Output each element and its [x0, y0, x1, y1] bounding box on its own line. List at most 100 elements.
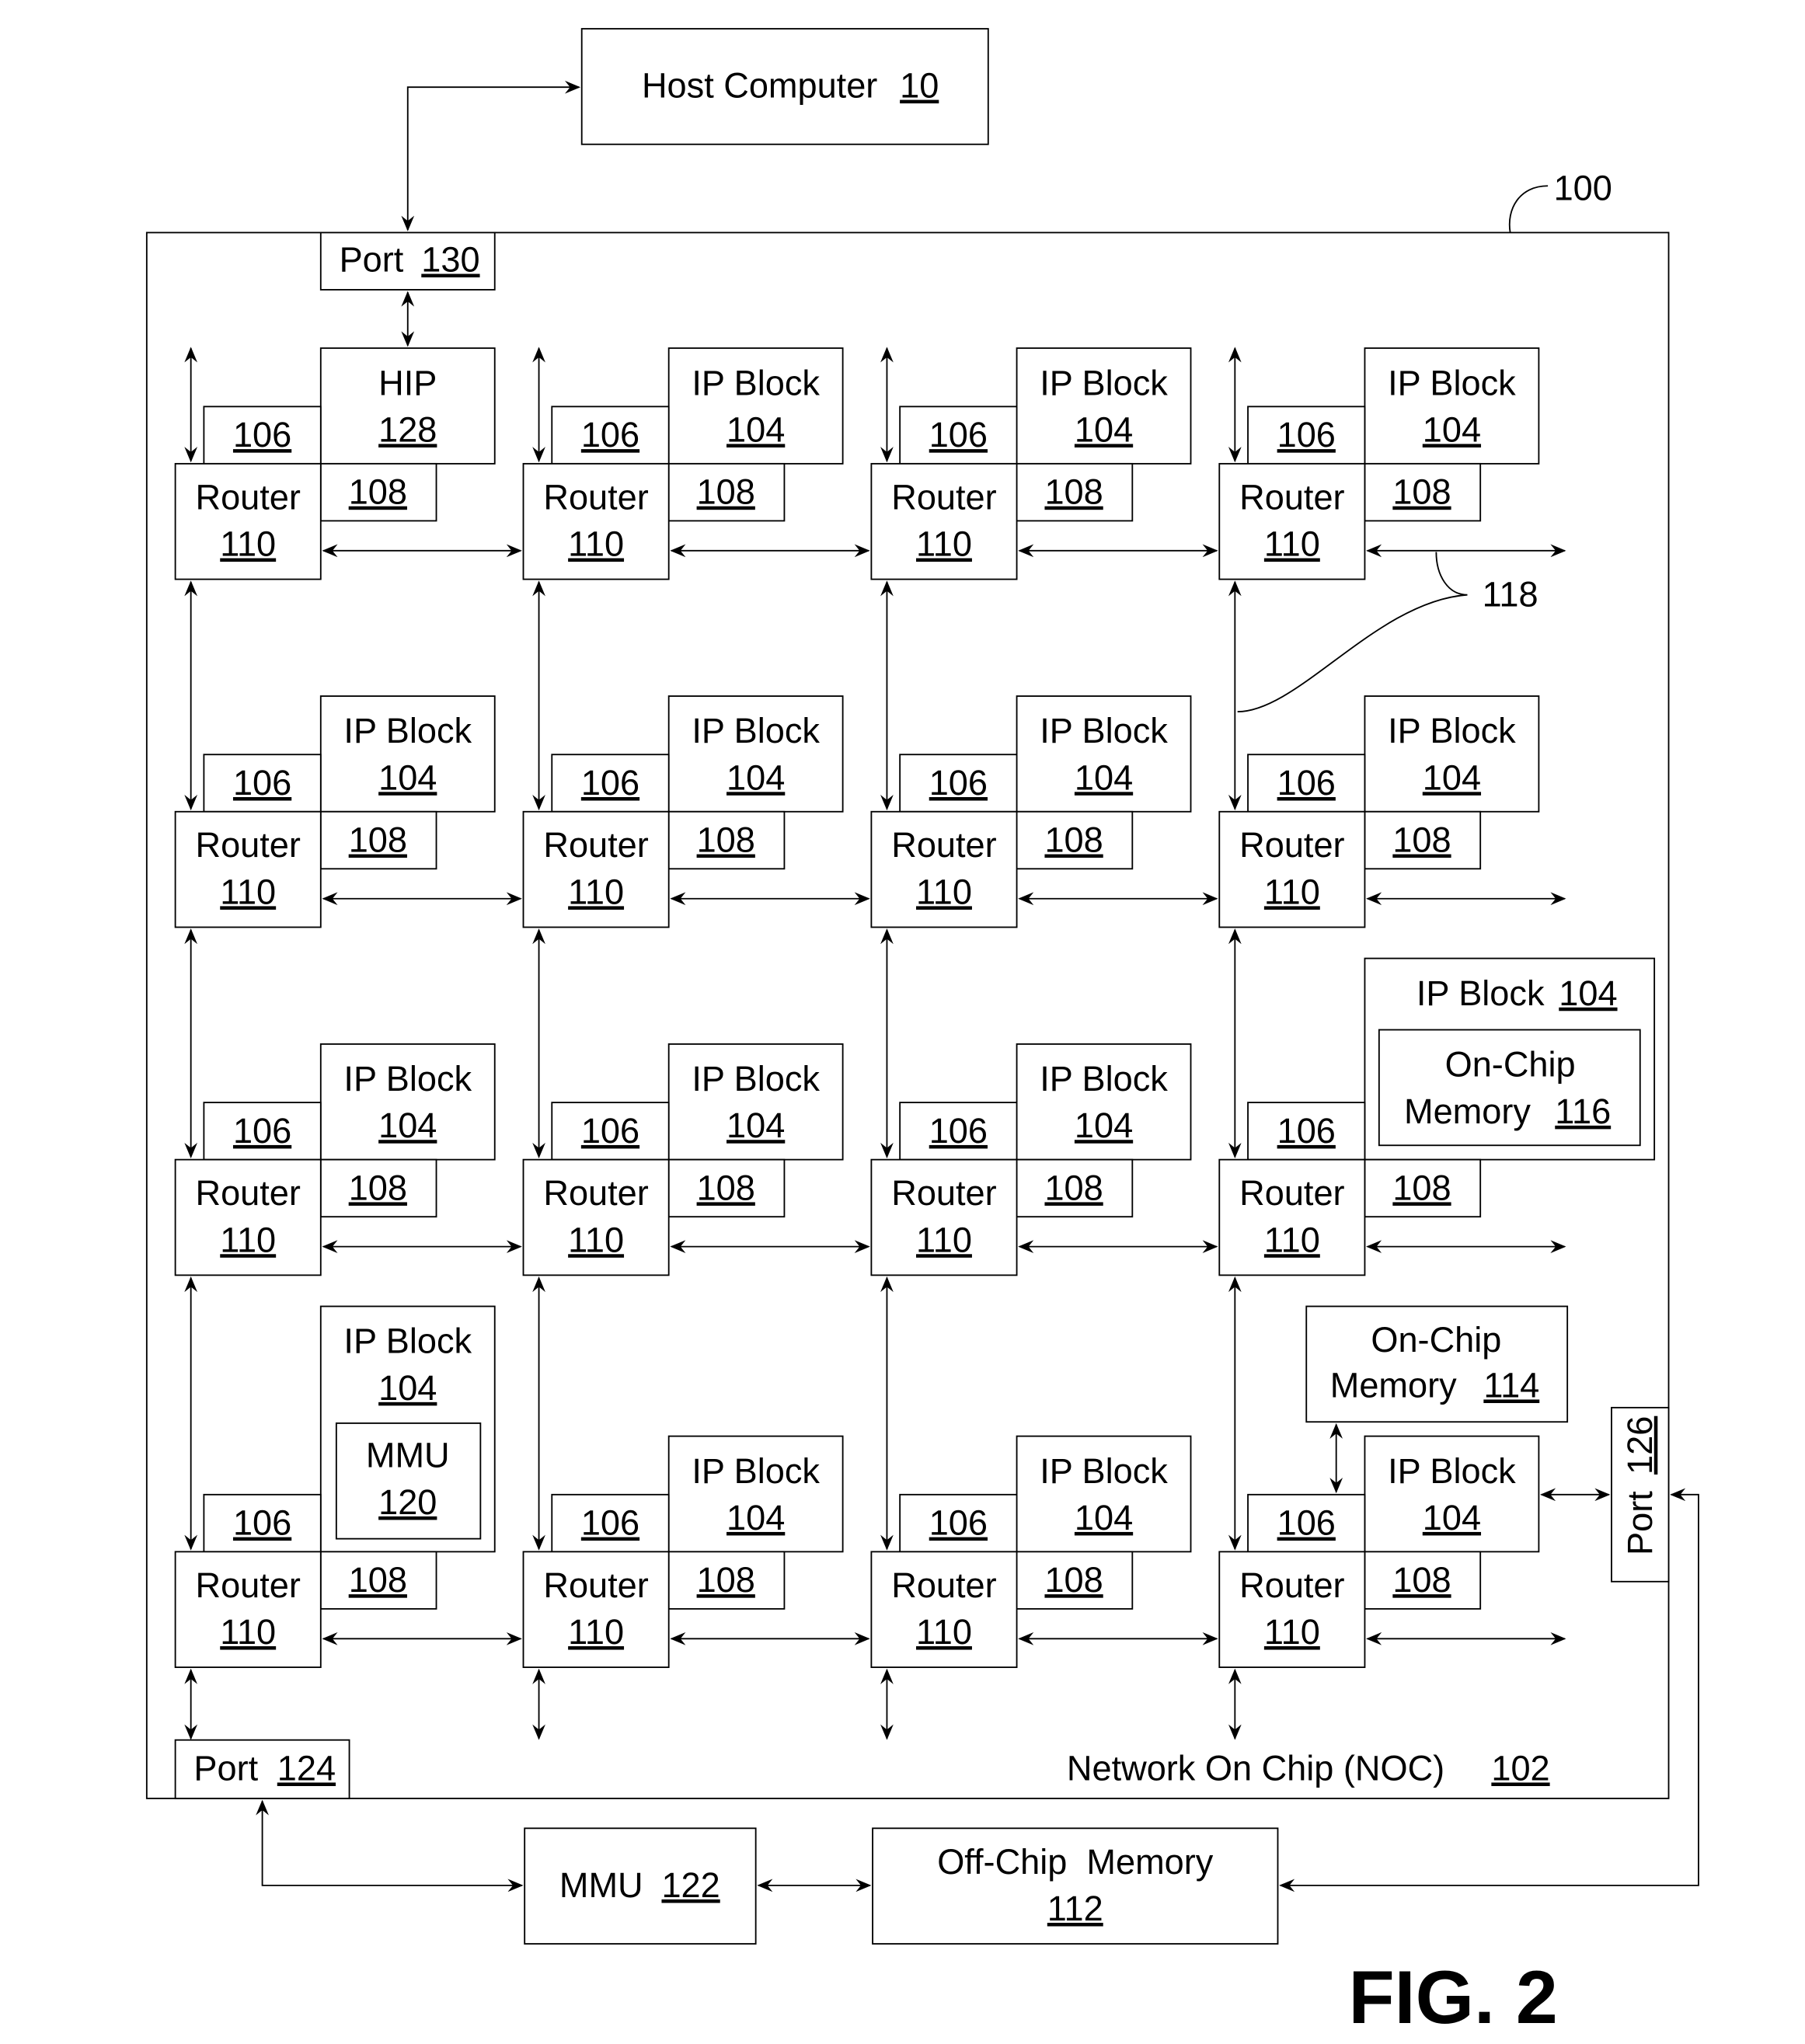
mmu-122-ref: 122 — [661, 1865, 720, 1905]
system-ref-leader — [1508, 185, 1549, 233]
port-126-label: Port — [1620, 1491, 1660, 1555]
ni-ref: 106 — [233, 1503, 291, 1543]
ni-ref: 106 — [929, 763, 988, 803]
mc-ref: 108 — [1044, 1560, 1103, 1600]
router-ref: 110 — [220, 872, 276, 911]
ni-ref: 106 — [233, 763, 291, 803]
router-label: Router — [891, 1173, 996, 1213]
mmu-120-ref: 120 — [378, 1482, 437, 1522]
router-ref: 110 — [1264, 872, 1320, 911]
mc-ref: 108 — [697, 820, 755, 860]
mc-ref: 108 — [1044, 820, 1103, 860]
router-label: Router — [1239, 1173, 1344, 1213]
ip-block-label: IP Block — [1040, 1059, 1168, 1099]
router-ref: 110 — [1264, 1220, 1320, 1259]
mmu-122-label: MMU — [559, 1865, 643, 1905]
router-label: Router — [196, 1565, 301, 1605]
router-ref: 110 — [916, 1220, 972, 1259]
mc-ref: 108 — [1392, 472, 1451, 512]
ip-block-label: IP Block — [692, 363, 820, 402]
router-ref: 110 — [916, 524, 972, 564]
ip-block-ref: 104 — [1423, 409, 1481, 449]
router-label: Router — [543, 1565, 648, 1605]
router-ref: 110 — [1264, 524, 1320, 564]
ip-block-label: IP Block — [343, 1321, 472, 1361]
noc-diagram: Host Computer 10 100 Port 130 HIP 128 106 1… — [145, 28, 1699, 2039]
router-label: Router — [196, 1173, 301, 1213]
ni-ref: 106 — [581, 415, 639, 454]
ni-ref: 106 — [581, 763, 639, 803]
ni-ref: 106 — [1277, 763, 1336, 803]
ni-ref: 106 — [1277, 1111, 1336, 1151]
port-126-ref: 126 — [1620, 1416, 1660, 1475]
ip-block-ref: 104 — [1075, 409, 1133, 449]
noc-label: Network On Chip (NOC) — [1067, 1748, 1444, 1788]
mc-ref: 108 — [1044, 472, 1103, 512]
mc-ref: 108 — [697, 1168, 755, 1207]
ip-block-ref: 104 — [1075, 757, 1133, 797]
ip-block-ref: 104 — [378, 1368, 437, 1408]
onchip-114-ref: 114 — [1483, 1365, 1539, 1405]
ip-block-label: IP Block — [1040, 1451, 1168, 1491]
router-label: Router — [543, 477, 648, 517]
router-ref: 110 — [220, 1220, 276, 1259]
router-label: Router — [543, 1173, 648, 1213]
onchip-memory-114: On-Chip Memory 114 — [1305, 1305, 1569, 1423]
ni-ref: 106 — [581, 1503, 639, 1543]
hip-label: HIP — [378, 363, 437, 402]
host-port130-link — [401, 80, 581, 232]
host-computer-ref: 10 — [900, 66, 939, 106]
host-computer-box: Host Computer 10 — [580, 28, 989, 145]
ni-ref: 106 — [929, 1503, 988, 1543]
mc-ref: 108 — [1044, 1168, 1103, 1207]
onchip-114-line1: On-Chip — [1371, 1320, 1501, 1360]
port-126: Port 126 — [1611, 1406, 1670, 1583]
port-124-label: Port — [193, 1748, 258, 1788]
offchip-memory-112: Off-Chip Memory 112 — [872, 1827, 1279, 1945]
ip-block-ref: 104 — [1423, 757, 1481, 797]
ni-ref: 106 — [1277, 415, 1336, 454]
port-124-ref: 124 — [277, 1748, 336, 1788]
ip-block-label: IP Block — [692, 1059, 820, 1099]
ip-block-ref: 104 — [727, 757, 785, 797]
router-ref: 110 — [916, 872, 972, 911]
mc-ref: 108 — [1392, 1560, 1451, 1600]
ip-block-ref: 104 — [1075, 1106, 1133, 1145]
link-ref-label: 118 — [1483, 575, 1538, 615]
ip-block-label: IP Block — [1388, 363, 1516, 402]
ip-block-label: IP Block — [343, 1059, 472, 1099]
router-label: Router — [891, 1565, 996, 1605]
ip-block-label: IP Block — [1416, 973, 1545, 1013]
port-130-ref: 130 — [421, 240, 479, 280]
ni-ref: 106 — [1277, 1503, 1336, 1543]
ip-block-label: IP Block — [1388, 711, 1516, 750]
ip-block-ref: 104 — [727, 1106, 785, 1145]
ip-block-ref: 104 — [1559, 973, 1617, 1013]
ip-block-ref: 104 — [378, 1106, 437, 1145]
port-130-label: Port — [340, 240, 404, 280]
mc-ref: 108 — [349, 1560, 407, 1600]
ip-block-ref: 104 — [727, 409, 785, 449]
port-130: Port 130 — [319, 232, 496, 291]
offchip-ref: 112 — [1047, 1889, 1103, 1928]
router-label: Router — [891, 477, 996, 517]
router-ref: 110 — [220, 1612, 276, 1652]
mc-ref: 108 — [697, 1560, 755, 1600]
ip-block-label: IP Block — [1388, 1451, 1516, 1491]
ip-block-ref: 104 — [378, 757, 437, 797]
router-ref: 110 — [568, 1612, 624, 1652]
ip-block-label: IP Block — [1040, 711, 1168, 750]
host-computer-label: Host Computer — [642, 66, 877, 106]
onchip-116-line2: Memory — [1404, 1092, 1531, 1131]
ip-block-ref: 104 — [1075, 1498, 1133, 1537]
router-label: Router — [891, 825, 996, 865]
ni-ref: 106 — [233, 1111, 291, 1151]
router-label: Router — [1239, 477, 1344, 517]
mc-ref: 108 — [349, 820, 407, 860]
ip-block-ref: 104 — [1423, 1498, 1481, 1537]
router-label: Router — [1239, 1565, 1344, 1605]
offchip-label: Off-Chip Memory — [937, 1842, 1214, 1882]
ip-block-label: IP Block — [343, 711, 472, 750]
onchip-114-line2: Memory — [1330, 1365, 1457, 1405]
router-ref: 110 — [916, 1612, 972, 1652]
